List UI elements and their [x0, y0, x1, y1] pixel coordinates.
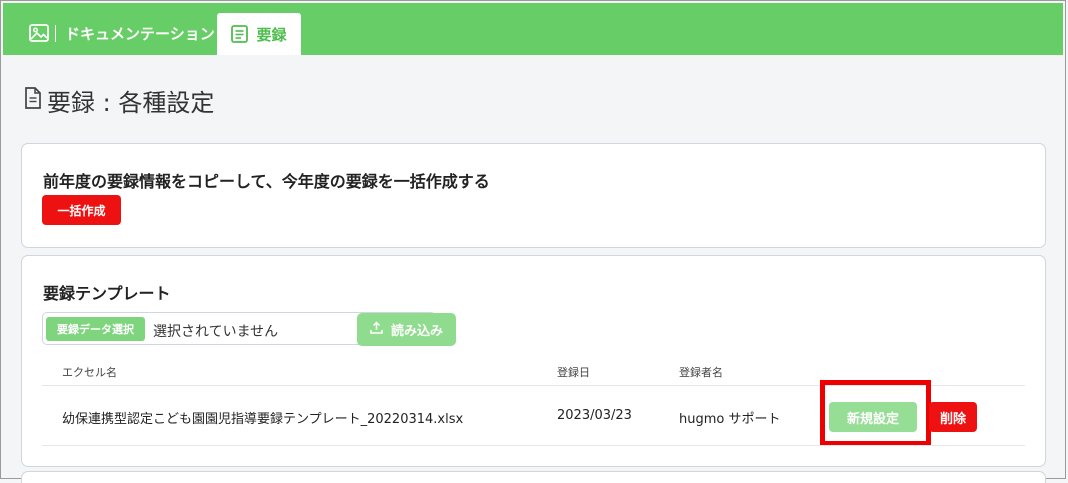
file-status-text: 選択されていません: [153, 324, 279, 340]
column-header-registrant: 登録者名: [679, 366, 723, 379]
bulk-create-card: 前年度の要録情報をコピーして、今年度の要録を一括作成する 一括作成: [21, 143, 1046, 248]
file-input-group: 要録データ選択 選択されていません 読み込み: [42, 312, 456, 346]
bulk-create-button[interactable]: 一括作成: [42, 195, 121, 225]
top-tab-bar: ドキュメンテーション 要録: [3, 3, 1063, 55]
image-icon: [29, 24, 49, 42]
tab-records[interactable]: 要録: [217, 13, 301, 55]
highlight-box: [820, 380, 931, 446]
page-title: 要録 : 各種設定: [23, 83, 214, 118]
registrant-cell: hugmo サポート: [679, 412, 781, 427]
document-icon: [23, 86, 43, 116]
choose-file-button[interactable]: 要録データ選択: [46, 317, 145, 341]
excel-name-cell: 幼保連携型認定こども園園児指導要録テンプレート_20220314.xlsx: [62, 412, 464, 427]
tab-records-label: 要録: [256, 25, 287, 44]
upload-button[interactable]: 読み込み: [357, 313, 456, 346]
tab-documentation[interactable]: ドキュメンテーション: [29, 11, 215, 55]
page-title-text: 要録 : 各種設定: [47, 89, 215, 117]
app-window: ドキュメンテーション 要録 要録 : 各種設定 前年度の要録情報をコピーして、今…: [0, 0, 1066, 483]
tab-documentation-label: ドキュメンテーション: [65, 24, 215, 43]
upload-icon: [370, 321, 383, 338]
column-header-date: 登録日: [557, 366, 590, 379]
template-card: 要録テンプレート 要録データ選択 選択されていません 読み込み エクセル名 登録…: [21, 255, 1046, 467]
table-row-divider: [42, 445, 1025, 446]
date-cell: 2023/03/23: [557, 408, 632, 423]
next-card-edge: [21, 471, 1046, 483]
template-heading: 要録テンプレート: [43, 284, 171, 303]
delete-button[interactable]: 削除: [929, 402, 977, 432]
upload-label: 読み込み: [390, 324, 443, 339]
column-header-excel-name: エクセル名: [62, 366, 117, 379]
tab-separator: [55, 24, 56, 42]
notes-icon: [231, 25, 249, 43]
bulk-create-heading: 前年度の要録情報をコピーして、今年度の要録を一括作成する: [43, 172, 490, 191]
